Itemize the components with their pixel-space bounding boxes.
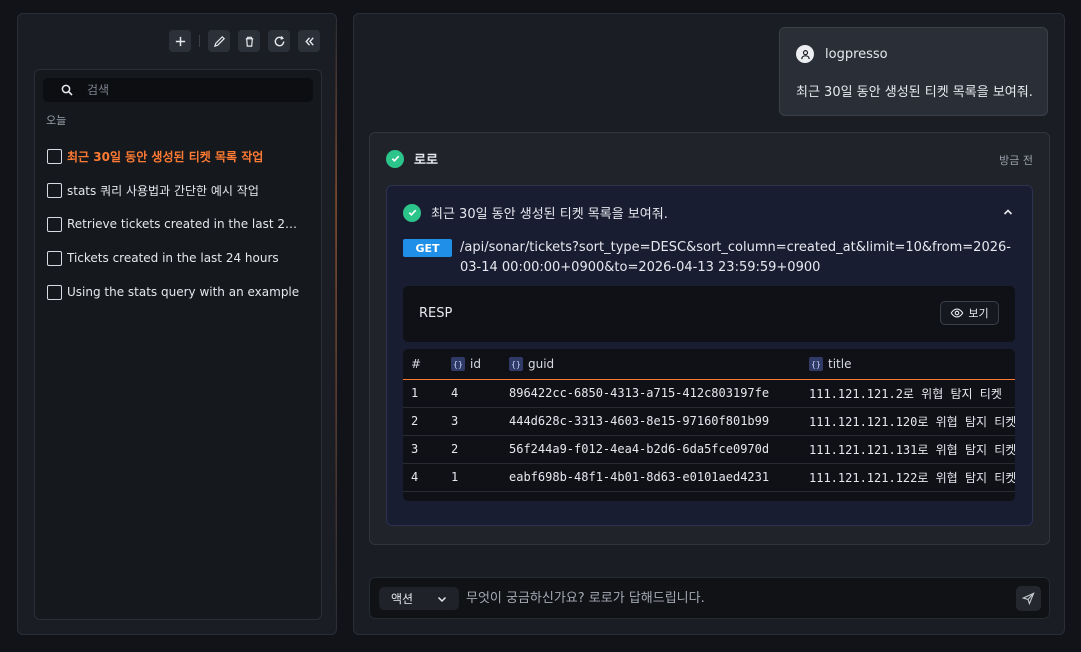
object-type-icon: {}: [451, 357, 465, 371]
pencil-icon: [213, 35, 225, 47]
bot-header: 로로: [386, 149, 438, 168]
column-header-label: #: [411, 356, 422, 371]
column-header[interactable]: {} title: [801, 349, 1015, 380]
send-icon: [1022, 592, 1035, 605]
send-button[interactable]: [1016, 586, 1041, 611]
refresh-icon: [274, 35, 284, 46]
table-cell: 56f244a9-f012-4ea4-b2d6-6da5fce0970d: [501, 435, 801, 464]
conversation-list: 최근 30일 동안 생성된 티켓 목록 작업 stats 쿼리 사용법과 간단한…: [47, 139, 313, 309]
table-cell: 4: [403, 463, 443, 492]
table-cell: 2: [443, 435, 501, 464]
table-cell: 2: [403, 407, 443, 436]
conversation-item[interactable]: stats 쿼리 사용법과 간단한 예시 작업: [47, 173, 313, 207]
collapse-sidebar-button[interactable]: [298, 30, 320, 52]
eye-icon: [951, 308, 964, 318]
user-avatar-icon: [796, 45, 814, 63]
user-name: logpresso: [825, 46, 888, 62]
conversation-checkbox[interactable]: [47, 148, 62, 164]
table-cell: eabf698b-48f1-4b01-8d63-e0101aed4231: [501, 463, 801, 492]
view-button[interactable]: 보기: [940, 301, 999, 325]
conversation-title: stats 쿼리 사용법과 간단한 예시 작업: [67, 183, 259, 198]
object-type-icon: {}: [509, 357, 523, 371]
response-table: # {} id {} guid {} title 1 4 896422cc-6850-…: [403, 349, 1015, 492]
table-header-row: # {} id {} guid {} title: [403, 349, 1015, 380]
table-row[interactable]: 2 3 444d628c-3313-4603-8e15-97160f801b99…: [403, 407, 1015, 436]
conversation-title: Using the stats query with an example: [67, 285, 300, 299]
request-line: GET /api/sonar/tickets?sort_type=DESC&so…: [403, 239, 1016, 278]
check-circle-icon: [403, 203, 421, 222]
table-cell: 1: [403, 379, 443, 408]
conversation-item[interactable]: Retrieve tickets created in the last 24 …: [47, 207, 313, 241]
column-header-label: title: [828, 356, 852, 371]
double-chevron-left-icon: [304, 36, 314, 46]
conversation-checkbox[interactable]: [47, 284, 62, 300]
conversation-item[interactable]: Tickets created in the last 24 hours: [47, 241, 313, 275]
composer: 액션: [369, 577, 1050, 619]
trash-icon: [245, 36, 253, 47]
response-header: RESP 보기: [403, 286, 1015, 342]
table-cell: 896422cc-6850-4313-a715-412c803197fe: [501, 379, 801, 408]
toolbar-divider: [199, 35, 200, 47]
table-cell: 111.121.121.122로 위협 탐지 티켓: [801, 463, 1015, 492]
table-cell: 444d628c-3313-4603-8e15-97160f801b99: [501, 407, 801, 436]
mode-select-value: 액션: [391, 592, 414, 606]
search-icon: [61, 84, 73, 96]
column-header[interactable]: {} id: [443, 349, 501, 380]
table-row[interactable]: 3 2 56f244a9-f012-4ea4-b2d6-6da5fce0970d…: [403, 435, 1015, 464]
message-input[interactable]: [466, 591, 986, 606]
group-label-today: 오늘: [46, 114, 67, 127]
check-circle-icon: [386, 149, 404, 168]
response-table-container[interactable]: # {} id {} guid {} title 1 4 896422cc-6850-…: [403, 349, 1015, 501]
search-input[interactable]: [87, 83, 287, 97]
sidebar-toolbar: [169, 30, 320, 52]
tool-call-card: 최근 30일 동안 생성된 티켓 목록을 보여줘. GET /api/sonar…: [386, 185, 1033, 526]
plus-icon: [175, 36, 185, 46]
table-cell: 3: [443, 407, 501, 436]
tool-call-title: 최근 30일 동안 생성된 티켓 목록을 보여줘.: [431, 207, 668, 222]
request-url: /api/sonar/tickets?sort_type=DESC&sort_c…: [460, 240, 1011, 275]
http-method-badge: GET: [403, 239, 452, 257]
object-type-icon: {}: [809, 357, 823, 371]
conversation-sidebar: 오늘 최근 30일 동안 생성된 티켓 목록 작업 stats 쿼리 사용법과 …: [17, 13, 337, 635]
bot-message: 로로 방금 전 최근 30일 동안 생성된 티켓 목록을 보여줘. GET /a…: [369, 132, 1050, 545]
conversation-list-panel: 오늘 최근 30일 동안 생성된 티켓 목록 작업 stats 쿼리 사용법과 …: [34, 69, 322, 620]
user-header: logpresso: [796, 45, 888, 63]
tool-call-header[interactable]: 최근 30일 동안 생성된 티켓 목록을 보여줘.: [403, 203, 668, 222]
conversation-title: 최근 30일 동안 생성된 티켓 목록 작업: [67, 149, 264, 164]
column-header[interactable]: #: [403, 349, 443, 380]
mode-select[interactable]: 액션: [379, 587, 459, 610]
table-cell: 3: [403, 435, 443, 464]
table-row[interactable]: 1 4 896422cc-6850-4313-a715-412c803197fe…: [403, 379, 1015, 408]
response-label: RESP: [419, 306, 453, 321]
message-timestamp: 방금 전: [999, 154, 1033, 167]
chevron-down-icon: [437, 596, 447, 603]
column-header-label: guid: [528, 356, 555, 371]
user-message: logpresso 최근 30일 동안 생성된 티켓 목록을 보여줘.: [779, 27, 1048, 116]
column-header-label: id: [470, 356, 481, 371]
table-cell: 111.121.121.131로 위협 탐지 티켓: [801, 435, 1015, 464]
conversation-title: Tickets created in the last 24 hours: [67, 251, 279, 265]
table-cell: 111.121.121.2로 위협 탐지 티켓: [801, 379, 1015, 408]
refresh-button[interactable]: [268, 30, 290, 52]
conversation-item[interactable]: Using the stats query with an example: [47, 275, 313, 309]
user-message-text: 최근 30일 동안 생성된 티켓 목록을 보여줘.: [796, 85, 1033, 100]
chevron-up-icon[interactable]: [1002, 206, 1014, 218]
view-button-label: 보기: [968, 307, 989, 320]
conversation-item[interactable]: 최근 30일 동안 생성된 티켓 목록 작업: [47, 139, 313, 173]
conversation-checkbox[interactable]: [47, 216, 62, 232]
new-chat-button[interactable]: [169, 30, 191, 52]
conversation-checkbox[interactable]: [47, 250, 62, 266]
edit-button[interactable]: [208, 30, 230, 52]
chat-panel: logpresso 최근 30일 동안 생성된 티켓 목록을 보여줘. 로로 방…: [353, 13, 1065, 635]
conversation-checkbox[interactable]: [47, 182, 62, 198]
conversation-title: Retrieve tickets created in the last 24 …: [67, 217, 302, 231]
table-cell: 4: [443, 379, 501, 408]
table-cell: 1: [443, 463, 501, 492]
table-cell: 111.121.121.120로 위협 탐지 티켓: [801, 407, 1015, 436]
delete-button[interactable]: [238, 30, 260, 52]
column-header[interactable]: {} guid: [501, 349, 801, 380]
table-row[interactable]: 4 1 eabf698b-48f1-4b01-8d63-e0101aed4231…: [403, 463, 1015, 492]
search-box[interactable]: [43, 78, 313, 102]
bot-name: 로로: [414, 153, 438, 168]
